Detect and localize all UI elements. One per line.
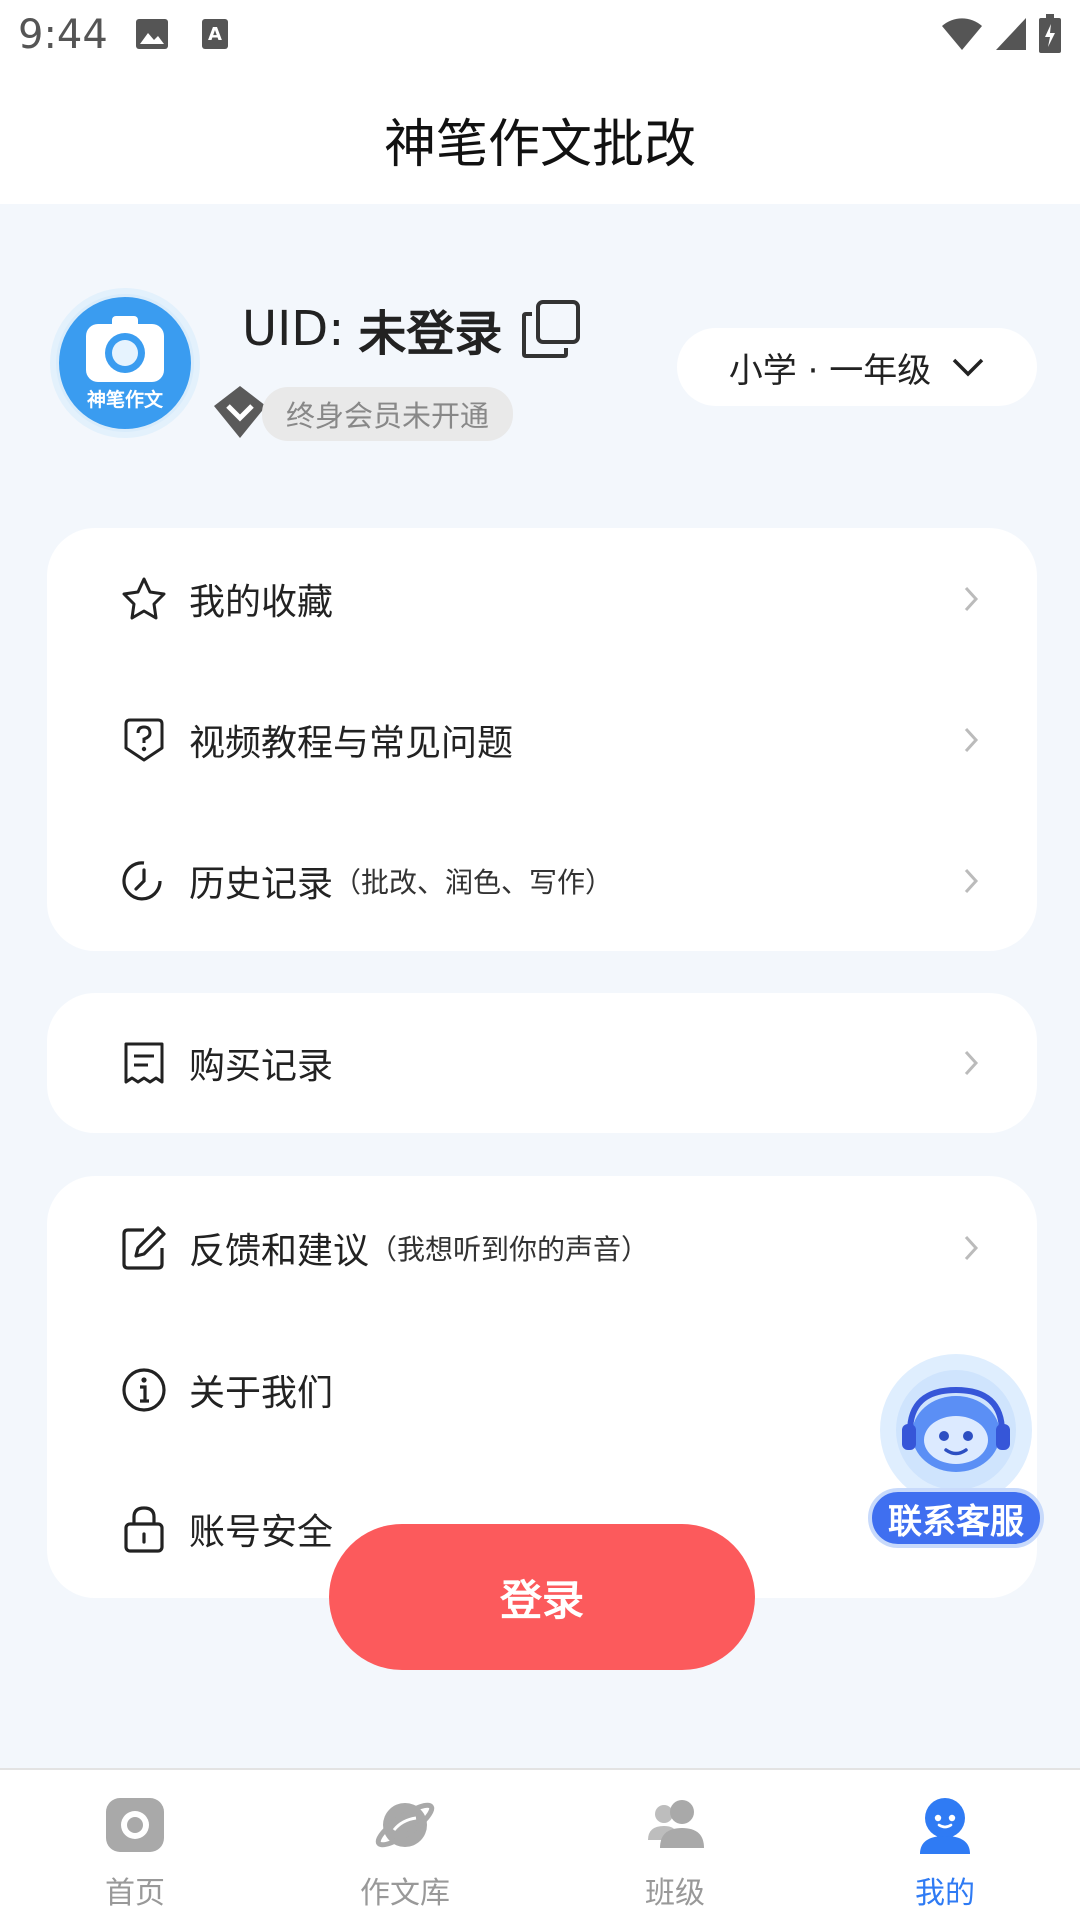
menu-item-label: 关于我们: [189, 1373, 334, 1414]
home-camera-icon: [106, 1798, 164, 1852]
tab-label: 作文库: [360, 1876, 450, 1911]
diamond-badge-icon: [214, 386, 266, 438]
profile-header: 神笔作文 UID: 未登录 终身会员未开通 小学 · 一年级: [0, 204, 1080, 504]
menu-item-purchase-records[interactable]: 购买记录: [47, 993, 1037, 1133]
menu-item-tutorials-faq[interactable]: 视频教程与常见问题: [47, 669, 1037, 810]
menu-item-feedback[interactable]: 反馈和建议 （我想听到你的声音）: [47, 1176, 1037, 1320]
chevron-down-icon: [952, 358, 984, 377]
chevron-right-icon: [964, 868, 979, 893]
tab-essay-library[interactable]: 作文库: [270, 1770, 540, 1920]
menu-item-history[interactable]: 历史记录 （批改、润色、写作）: [47, 810, 1037, 951]
customer-service-label: 联系客服: [868, 1488, 1044, 1548]
menu-card-main: 我的收藏 视频教程与常见问题 历史记录 （批改、润色、写作）: [47, 528, 1037, 951]
bottom-tab-bar: 首页 作文库 班级 我的: [0, 1768, 1080, 1920]
menu-item-label: 反馈和建议: [189, 1231, 370, 1272]
app-bar: 神笔作文批改: [0, 72, 1080, 204]
status-time: 9:44: [18, 12, 108, 58]
svg-text:A: A: [208, 24, 222, 45]
class-people-icon: [648, 1800, 704, 1848]
menu-item-label: 历史记录: [189, 863, 334, 905]
robot-headset-icon: [896, 1370, 1016, 1490]
uid-value: 未登录: [358, 306, 503, 362]
menu-item-hint: （我想听到你的声音）: [369, 1233, 650, 1266]
menu-item-hint: （批改、润色、写作）: [333, 865, 614, 899]
menu-item-label: 视频教程与常见问题: [189, 722, 514, 764]
uid-label: UID:: [242, 301, 345, 357]
tab-mine[interactable]: 我的: [810, 1770, 1080, 1920]
planet-icon: [375, 1802, 435, 1848]
tab-home[interactable]: 首页: [0, 1770, 270, 1920]
info-icon: [122, 1368, 166, 1412]
signal-icon: [996, 18, 1026, 50]
battery-icon: [1039, 14, 1061, 53]
profile-robot-icon: [920, 1798, 970, 1854]
menu-item-favorites[interactable]: 我的收藏: [47, 528, 1037, 669]
tab-label: 首页: [105, 1876, 165, 1911]
question-shield-icon: [124, 718, 164, 761]
vip-status-label: 终身会员未开通: [262, 387, 514, 441]
avatar-text: 神笔作文: [87, 388, 164, 411]
chevron-right-icon: [964, 1050, 979, 1076]
receipt-icon: [124, 1042, 164, 1084]
edit-icon: [122, 1226, 166, 1270]
tab-class[interactable]: 班级: [540, 1770, 810, 1920]
status-bar: 9:44 A: [0, 0, 1080, 72]
chevron-right-icon: [964, 727, 979, 752]
menu-item-label: 我的收藏: [189, 581, 334, 623]
star-icon: [122, 577, 166, 619]
customer-service-button[interactable]: 联系客服: [868, 1354, 1048, 1550]
menu-card-purchases: 购买记录: [47, 993, 1037, 1133]
menu-item-label: 购买记录: [189, 1046, 334, 1087]
gallery-icon: [136, 19, 168, 49]
avatar[interactable]: 神笔作文: [50, 288, 200, 438]
app-logo-icon: 神笔作文: [59, 297, 191, 429]
copy-icon[interactable]: [520, 298, 582, 360]
menu-item-label: 账号安全: [189, 1512, 334, 1553]
chevron-right-icon: [964, 586, 979, 611]
wifi-icon: [942, 18, 982, 50]
tab-label: 我的: [915, 1876, 975, 1911]
login-button[interactable]: 登录: [329, 1524, 755, 1670]
tab-label: 班级: [645, 1876, 705, 1911]
page-title: 神笔作文批改: [383, 115, 696, 175]
grade-value: 小学 · 一年级: [728, 350, 932, 391]
grade-selector[interactable]: 小学 · 一年级: [677, 328, 1037, 406]
text-a-icon: A: [202, 19, 228, 49]
history-clock-icon: [122, 860, 162, 900]
lock-icon: [124, 1506, 164, 1553]
chevron-right-icon: [964, 1235, 979, 1261]
